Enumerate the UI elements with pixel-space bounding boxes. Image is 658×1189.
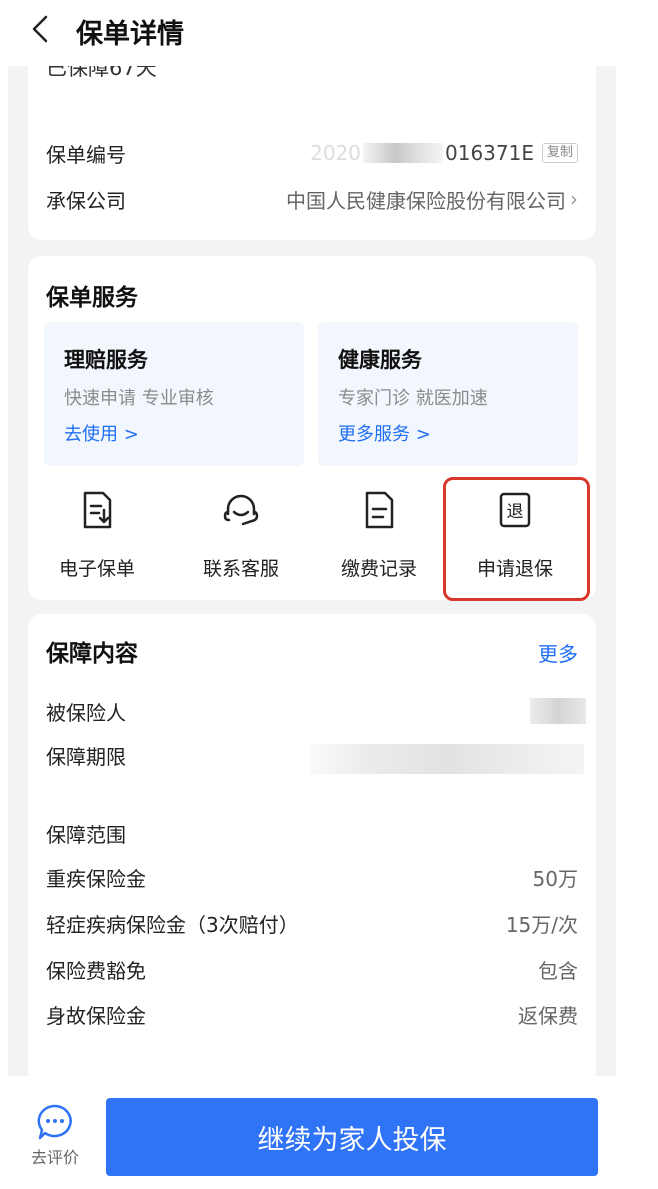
insurer-name: 中国人民健康保险股份有限公司 xyxy=(286,188,566,213)
nav-header: 保单详情 xyxy=(0,0,658,66)
policy-number-suffix: 016371E xyxy=(445,141,534,165)
coverage-item-label: 轻症疾病保险金（3次赔付） xyxy=(46,912,299,937)
copy-button[interactable]: 复制 xyxy=(541,143,578,163)
claims-use-link[interactable]: 去使用 > xyxy=(64,420,139,446)
review-button[interactable]: 去评价 xyxy=(22,1102,88,1182)
coverage-item-label: 重疾保险金 xyxy=(46,866,146,891)
services-title: 保单服务 xyxy=(46,285,138,311)
coverage-card: 保障内容 更多 被保险人 保障期限 保障范围 重疾保险金 50万 轻症疾病保险金… xyxy=(28,614,596,1084)
policy-number-mask xyxy=(363,143,443,163)
insurer-label: 承保公司 xyxy=(46,188,126,213)
policy-number-label: 保单编号 xyxy=(46,142,126,167)
coverage-days-text: 已保障67天 xyxy=(46,66,157,80)
insurer-row[interactable]: 承保公司 中国人民健康保险股份有限公司 › xyxy=(46,184,578,214)
coverage-item: 重疾保险金 50万 xyxy=(46,862,578,892)
bottom-action-bar: 去评价 继续为家人投保 xyxy=(0,1082,658,1189)
coverage-item-value: 15万/次 xyxy=(505,912,578,937)
chat-bubble-icon xyxy=(37,1104,72,1140)
refund-request-label: 申请退保 xyxy=(476,558,553,580)
insured-row: 被保险人 xyxy=(46,696,578,726)
insured-value-mask xyxy=(530,698,586,724)
coverage-item-label: 身故保险金 xyxy=(46,1003,146,1028)
coverage-period-label: 保障期限 xyxy=(46,744,126,769)
health-service-title: 健康服务 xyxy=(338,348,422,372)
policy-info-card: 已保障67天 保单编号 2020 016371E 复制 承保公司 中国人民健康保… xyxy=(28,66,596,240)
review-label: 去评价 xyxy=(30,1148,79,1167)
back-arrow-icon[interactable] xyxy=(30,14,52,44)
payment-record-icon xyxy=(365,491,394,529)
policy-number-value: 2020 016371E 复制 xyxy=(310,141,578,165)
health-more-link[interactable]: 更多服务 > xyxy=(338,420,431,446)
policy-number-prefix: 2020 xyxy=(310,141,361,165)
coverage-item: 身故保险金 返保费 xyxy=(46,999,578,1029)
insurer-value: 中国人民健康保险股份有限公司 › xyxy=(286,185,578,214)
payment-record-label: 缴费记录 xyxy=(340,558,417,580)
coverage-item: 保险费豁免 包含 xyxy=(46,954,578,984)
health-service-box[interactable]: 健康服务 专家门诊 就医加速 更多服务 > xyxy=(318,322,578,466)
coverage-item: 轻症疾病保险金（3次赔付） 15万/次 xyxy=(46,908,578,938)
policy-number-row: 保单编号 2020 016371E 复制 xyxy=(46,138,578,168)
coverage-more-link[interactable]: 更多 xyxy=(538,638,578,667)
coverage-item-value: 50万 xyxy=(532,866,578,891)
policy-services-card: 保单服务 理赔服务 快速申请 专业审核 去使用 > 健康服务 专家门诊 就医加速… xyxy=(28,256,596,600)
coverage-title: 保障内容 xyxy=(46,641,138,667)
e-policy-icon xyxy=(83,491,112,529)
coverage-scope-title-row: 保障范围 xyxy=(46,818,578,848)
claims-service-box[interactable]: 理赔服务 快速申请 专业审核 去使用 > xyxy=(44,322,304,466)
coverage-item-value: 返保费 xyxy=(518,1003,578,1028)
coverage-scope-title: 保障范围 xyxy=(46,822,126,847)
customer-service-button[interactable]: 联系客服 xyxy=(174,478,308,600)
headset-icon xyxy=(223,494,259,526)
payment-record-button[interactable]: 缴费记录 xyxy=(312,478,446,600)
health-service-subtitle: 专家门诊 就医加速 xyxy=(338,388,488,409)
insure-family-button[interactable]: 继续为家人投保 xyxy=(106,1098,598,1176)
chevron-right-icon: › xyxy=(570,187,578,211)
claims-service-subtitle: 快速申请 专业审核 xyxy=(64,388,214,409)
insured-label: 被保险人 xyxy=(46,700,126,725)
coverage-period-mask xyxy=(310,744,584,774)
e-policy-button[interactable]: 电子保单 xyxy=(30,478,164,600)
refund-icon: 退 xyxy=(499,492,531,528)
claims-service-title: 理赔服务 xyxy=(64,348,148,372)
customer-service-label: 联系客服 xyxy=(202,558,279,580)
refund-request-button[interactable]: 退 申请退保 xyxy=(448,478,582,600)
refund-icon-text: 退 xyxy=(507,502,524,522)
e-policy-label: 电子保单 xyxy=(58,558,135,580)
coverage-item-label: 保险费豁免 xyxy=(46,958,146,983)
coverage-item-value: 包含 xyxy=(538,958,578,983)
page-title: 保单详情 xyxy=(76,19,184,50)
